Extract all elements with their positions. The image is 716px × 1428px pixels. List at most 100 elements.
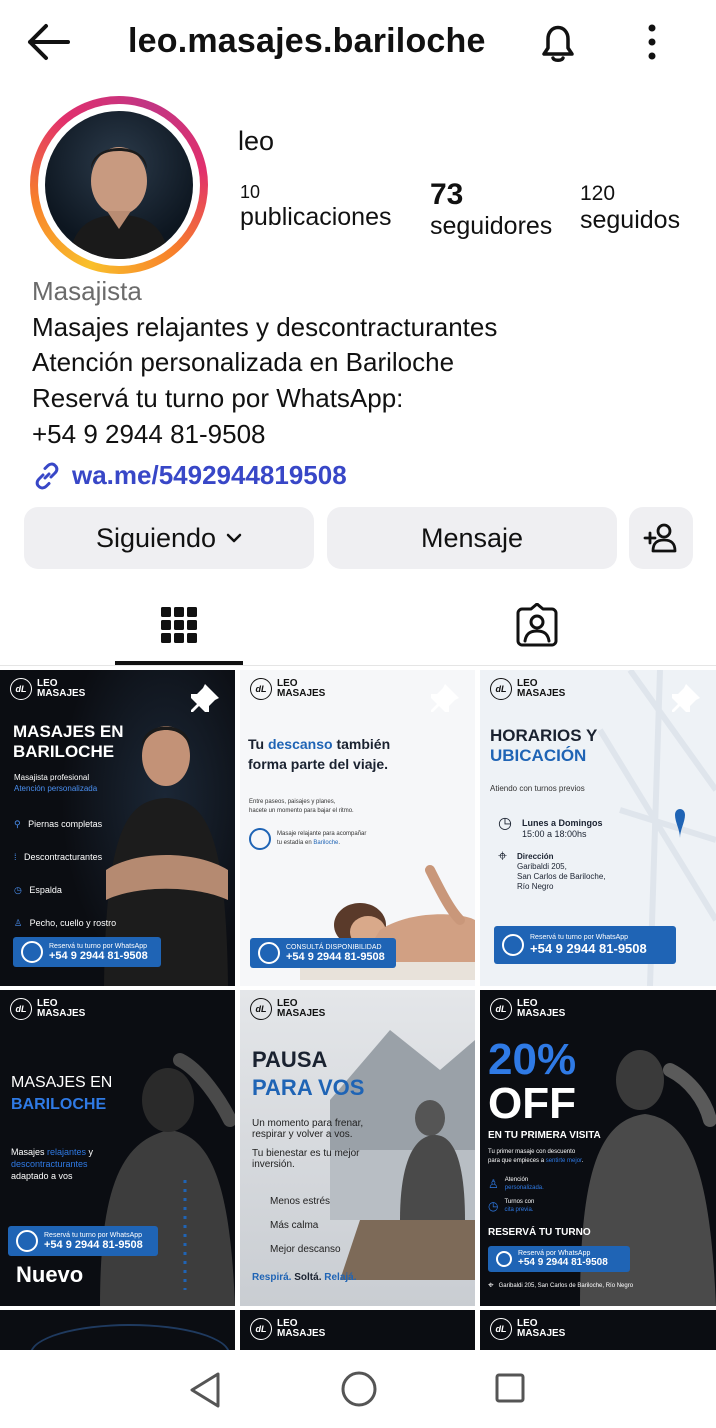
grid-icon xyxy=(161,607,197,643)
post-tile[interactable]: dL LEO MASAJES xyxy=(240,1310,475,1350)
post-title: MASAJES EN xyxy=(13,722,124,741)
clock-icon: ◷ xyxy=(498,815,512,832)
bell-icon xyxy=(542,25,574,62)
whatsapp-icon xyxy=(502,934,524,956)
post-title: Tu descanso también xyxy=(248,736,391,752)
post-tile[interactable]: dL LEO MASAJES 20% OFF EN TU PRIMERA VISI… xyxy=(480,990,716,1306)
followers-count[interactable]: 73 seguidores xyxy=(430,178,552,241)
followers-count-label: seguidores xyxy=(430,212,553,240)
brand-logo-mark: dL xyxy=(490,1318,512,1340)
whatsapp-icon xyxy=(258,942,280,964)
post-tile[interactable]: dL LEO MASAJES xyxy=(480,1310,716,1350)
brand-logo-mark: dL xyxy=(10,678,32,700)
top-bar: leo.masajes.bariloche xyxy=(0,0,716,84)
nav-recents-icon[interactable] xyxy=(494,1372,526,1404)
brand-logo: dL LEO MASAJES xyxy=(10,678,85,700)
notifications-button[interactable] xyxy=(532,16,584,68)
person-icon: ♙ xyxy=(488,1177,499,1191)
post-tile[interactable]: dL LEO MASAJES MASAJES EN BARILOCHE Masaj… xyxy=(0,670,235,986)
suggested-users-button[interactable] xyxy=(629,507,693,569)
link-text: wa.me/5492944819508 xyxy=(72,460,347,490)
bio-line: Reservá tu turno por WhatsApp: xyxy=(32,383,404,413)
add-person-icon xyxy=(643,523,677,553)
bio-line: Atención personalizada en Bariloche xyxy=(32,347,455,377)
tab-posts-grid[interactable] xyxy=(114,586,244,664)
brand-logo-mark: dL xyxy=(10,998,32,1020)
post-title: forma parte del viaje. xyxy=(248,756,389,772)
nav-back-icon[interactable] xyxy=(186,1370,226,1410)
list-item: ♙ Pecho, cuello y rostro xyxy=(14,918,117,928)
whatsapp-cta: Reservá tu turno por WhatsApp +54 9 2944 … xyxy=(8,1226,158,1256)
clock-icon: ◷ xyxy=(488,1199,499,1213)
nav-home-icon[interactable] xyxy=(340,1370,378,1408)
post-title: MASAJES EN xyxy=(11,1074,113,1091)
pin-icon xyxy=(191,684,219,712)
following-count-label: seguidos xyxy=(580,206,681,234)
tabs-divider xyxy=(0,665,716,666)
brand-logo-mark: dL xyxy=(250,1318,272,1340)
profile-photo xyxy=(69,147,169,259)
system-navigation-bar xyxy=(0,1350,716,1428)
brand-logo-mark: dL xyxy=(250,998,272,1020)
list-item: ◷ Espalda xyxy=(14,885,62,895)
post-tile[interactable]: dL LEO MASAJES HORARIOS Y UBICACIÓN Atien… xyxy=(480,670,716,986)
posts-count-value: 10 xyxy=(240,182,261,202)
massage-icon xyxy=(249,828,271,850)
leg-icon: ⚲ xyxy=(14,819,21,829)
whatsapp-icon xyxy=(16,1230,38,1252)
post-title: HORARIOS Y xyxy=(490,726,598,745)
profile-username: leo.masajes.bariloche xyxy=(128,22,486,60)
following-count[interactable]: 120 seguidos xyxy=(580,182,680,235)
back-button[interactable] xyxy=(22,18,74,66)
discount-off: OFF xyxy=(488,1079,576,1128)
post-tile[interactable]: dL LEO MASAJES MASAJES EN BARILOCHE Masaj… xyxy=(0,990,235,1306)
brand-logo-mark: dL xyxy=(490,998,512,1020)
brand-logo: dL LEO MASAJES xyxy=(10,998,85,1020)
message-button-label: Mensaje xyxy=(420,522,524,553)
discount-percent: 20% xyxy=(488,1035,577,1084)
brand-logo: dL LEO MASAJES xyxy=(490,1318,565,1340)
story-ring[interactable] xyxy=(30,96,208,274)
post-tile[interactable] xyxy=(0,1310,235,1350)
bio-line: +54 9 2944 81-9508 xyxy=(32,419,266,449)
following-button-label: Siguiendo xyxy=(95,522,217,553)
profile-link[interactable]: wa.me/5492944819508 xyxy=(32,460,347,491)
brand-logo: dL LEO MASAJES xyxy=(250,998,325,1020)
chevron-down-icon xyxy=(226,533,242,543)
more-options-button[interactable] xyxy=(636,20,668,64)
more-vertical-icon xyxy=(648,24,656,60)
whatsapp-icon xyxy=(496,1251,512,1267)
list-item: Más calma xyxy=(270,1220,319,1231)
bio-line: Masajes relajantes y descontracturantes xyxy=(32,312,498,342)
posts-count-label: publicaciones xyxy=(240,203,392,231)
post-title: PAUSA xyxy=(252,1047,328,1072)
pin-icon xyxy=(431,684,459,712)
whatsapp-cta: Reservá tu turno por WhatsApp +54 9 2944 … xyxy=(494,926,676,964)
brand-logo-mark: dL xyxy=(490,678,512,700)
profile-category: Masajista xyxy=(32,276,142,306)
post-tile[interactable]: dL LEO MASAJES PAUSA PARA VOS Un momento … xyxy=(240,990,475,1306)
brand-logo: dL LEO MASAJES xyxy=(250,1318,325,1340)
pin-icon xyxy=(672,684,700,712)
following-count-value: 120 xyxy=(580,182,616,205)
post-title: BARILOCHE xyxy=(13,742,115,761)
link-icon xyxy=(35,462,59,489)
message-button[interactable]: Mensaje xyxy=(327,507,617,569)
post-title: PARA VOS xyxy=(252,1075,365,1100)
posts-count[interactable]: 10 publicaciones xyxy=(240,182,392,232)
location-icon: ⌖ xyxy=(498,848,508,865)
followers-count-value: 73 xyxy=(430,178,464,211)
tab-tagged[interactable] xyxy=(472,586,602,664)
following-button[interactable]: Siguiendo xyxy=(24,507,314,569)
brand-logo: dL LEO MASAJES xyxy=(250,678,325,700)
person-icon: ♙ xyxy=(14,918,23,928)
brand-logo-mark: dL xyxy=(250,678,272,700)
post-tile[interactable]: dL LEO MASAJES Tu descanso también forma … xyxy=(240,670,475,986)
whatsapp-cta: Reservá por WhatsApp +54 9 2944 81-9508 xyxy=(488,1246,630,1272)
post-subtitle: Atención personalizada xyxy=(14,784,98,793)
brand-logo: dL LEO MASAJES xyxy=(490,998,565,1020)
list-item: ⁞ Descontracturantes xyxy=(14,852,103,862)
profile-name: leo xyxy=(238,126,275,156)
new-badge: Nuevo xyxy=(16,1262,84,1287)
list-item: ⚲ Piernas completas xyxy=(14,819,103,829)
